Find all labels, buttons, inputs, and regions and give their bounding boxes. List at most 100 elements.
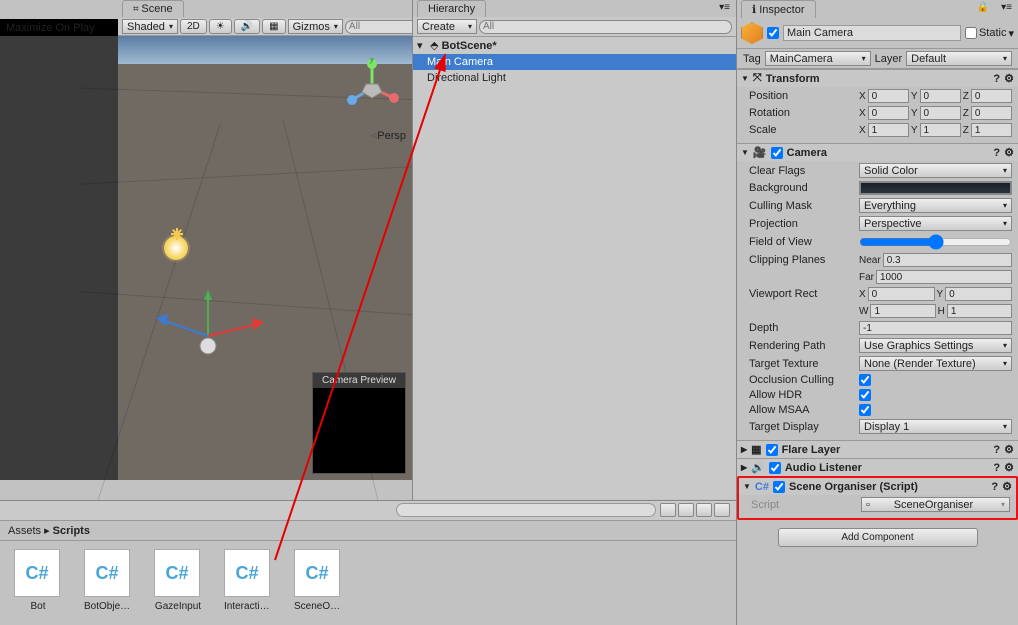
- save-icon[interactable]: [714, 503, 730, 517]
- help-icon[interactable]: ?: [993, 147, 1000, 159]
- gear-icon[interactable]: ⚙: [1002, 480, 1012, 493]
- clearflags-dropdown[interactable]: Solid Color: [859, 163, 1012, 178]
- tab-hierarchy[interactable]: Hierarchy: [417, 0, 486, 17]
- cullingmask-dropdown[interactable]: Everything: [859, 198, 1012, 213]
- renderingpath-dropdown[interactable]: Use Graphics Settings: [859, 338, 1012, 353]
- foldout-icon[interactable]: ▼: [741, 148, 749, 157]
- scale-z-input[interactable]: [971, 123, 1012, 137]
- component-header-flare[interactable]: ▶ ▦ Flare Layer ? ⚙: [737, 441, 1018, 458]
- position-z-input[interactable]: [971, 89, 1012, 103]
- help-icon[interactable]: ?: [993, 73, 1000, 85]
- gameobject-active-checkbox[interactable]: [767, 27, 779, 39]
- help-icon[interactable]: ?: [993, 462, 1000, 474]
- scale-x-input[interactable]: [868, 123, 909, 137]
- targettexture-field[interactable]: None (Render Texture): [859, 356, 1012, 371]
- gear-icon[interactable]: ⚙: [1004, 461, 1014, 474]
- shading-dropdown[interactable]: Shaded: [122, 19, 178, 34]
- rotation-z-input[interactable]: [971, 106, 1012, 120]
- asset-item[interactable]: C#BotObjects: [84, 549, 132, 612]
- viewport-x-input[interactable]: [868, 287, 935, 301]
- gizmos-dropdown[interactable]: Gizmos: [288, 19, 343, 34]
- scene-viewport[interactable]: <Persp y: [0, 36, 412, 480]
- foldout-icon[interactable]: ▶: [741, 445, 747, 454]
- background-color-field[interactable]: [859, 181, 1012, 195]
- camera-enabled-checkbox[interactable]: [771, 147, 783, 159]
- position-x-input[interactable]: [868, 89, 909, 103]
- lighting-toggle-icon[interactable]: ☀: [209, 19, 232, 34]
- fov-slider[interactable]: [859, 234, 1012, 250]
- mode-2d-toggle[interactable]: 2D: [180, 19, 207, 34]
- flare-enabled-checkbox[interactable]: [766, 444, 778, 456]
- gear-icon[interactable]: ⚙: [1004, 443, 1014, 456]
- occlusion-checkbox[interactable]: [859, 374, 871, 386]
- gameobject-icon[interactable]: [741, 22, 763, 44]
- foldout-icon[interactable]: ▼: [743, 482, 751, 491]
- favorite-icon[interactable]: [678, 503, 694, 517]
- msaa-checkbox[interactable]: [859, 404, 871, 416]
- tab-inspector[interactable]: ℹ Inspector: [741, 0, 816, 18]
- viewport-y-input[interactable]: [945, 287, 1012, 301]
- hidden-icon[interactable]: [696, 503, 712, 517]
- audio-enabled-checkbox[interactable]: [769, 462, 781, 474]
- project-search-input[interactable]: [396, 503, 656, 517]
- targetdisplay-dropdown[interactable]: Display 1: [859, 419, 1012, 434]
- camera-preview-title: Camera Preview: [313, 373, 405, 388]
- hierarchy-create-dropdown[interactable]: Create: [417, 19, 477, 34]
- hierarchy-item-main-camera[interactable]: Main Camera: [413, 54, 736, 70]
- viewport-w-input[interactable]: [870, 304, 935, 318]
- breadcrumb[interactable]: Assets ▸ Scripts: [0, 521, 736, 541]
- help-icon[interactable]: ?: [993, 444, 1000, 456]
- hdr-checkbox[interactable]: [859, 389, 871, 401]
- panel-menu-icon[interactable]: ▾≡: [995, 0, 1018, 18]
- asset-item[interactable]: C#Interactions: [224, 549, 272, 612]
- tab-scene[interactable]: ⌗ Scene: [122, 0, 184, 17]
- maximize-on-play[interactable]: Maximize On Play: [0, 19, 118, 37]
- foldout-icon[interactable]: ▶: [741, 463, 747, 472]
- gameobject-name-input[interactable]: [783, 25, 961, 41]
- help-icon[interactable]: ?: [991, 481, 998, 493]
- layer-dropdown[interactable]: Default: [906, 51, 1012, 66]
- near-input[interactable]: [883, 253, 1012, 267]
- hierarchy-scene-row[interactable]: ▾ ⬘ BotScene*: [413, 37, 736, 54]
- script-object-field[interactable]: ▫ SceneOrganiser: [861, 497, 1010, 512]
- hierarchy-tree[interactable]: ▾ ⬘ BotScene* Main Camera Directional Li…: [413, 37, 736, 499]
- foldout-icon[interactable]: ▾: [417, 39, 427, 52]
- gear-icon[interactable]: ⚙: [1004, 146, 1014, 159]
- directional-light-gizmo[interactable]: [164, 236, 188, 260]
- lock-icon[interactable]: 🔒: [971, 0, 995, 18]
- move-gizmo[interactable]: [128, 286, 328, 366]
- viewport-h-input[interactable]: [947, 304, 1012, 318]
- sceneorganiser-title: Scene Organiser (Script): [789, 481, 918, 493]
- static-toggle[interactable]: Static▾: [965, 27, 1014, 40]
- position-y-input[interactable]: [920, 89, 961, 103]
- asset-item[interactable]: C#GazeInput: [154, 549, 202, 612]
- far-input[interactable]: [876, 270, 1012, 284]
- rotation-y-input[interactable]: [920, 106, 961, 120]
- component-header-sceneorganiser[interactable]: ▼ C# Scene Organiser (Script) ? ⚙: [739, 478, 1016, 495]
- component-header-audio[interactable]: ▶ 🔊 Audio Listener ? ⚙: [737, 459, 1018, 476]
- depth-input[interactable]: [859, 321, 1012, 335]
- rotation-x-input[interactable]: [868, 106, 909, 120]
- scale-y-input[interactable]: [920, 123, 961, 137]
- hierarchy-item-directional-light[interactable]: Directional Light: [413, 70, 736, 86]
- breadcrumb-root[interactable]: Assets: [8, 525, 41, 537]
- effects-toggle-icon[interactable]: ▦: [262, 19, 285, 34]
- projection-dropdown[interactable]: Perspective: [859, 216, 1012, 231]
- panel-menu-icon[interactable]: ▾≡: [713, 0, 736, 17]
- sceneorganiser-enabled-checkbox[interactable]: [773, 481, 785, 493]
- asset-grid[interactable]: C#Bot C#BotObjects C#GazeInput C#Interac…: [0, 541, 736, 620]
- hierarchy-search-input[interactable]: [479, 20, 732, 34]
- breadcrumb-folder[interactable]: Scripts: [53, 525, 90, 537]
- static-checkbox[interactable]: [965, 27, 977, 39]
- asset-item[interactable]: C#Bot: [14, 549, 62, 612]
- tag-dropdown[interactable]: MainCamera: [765, 51, 871, 66]
- add-component-button[interactable]: Add Component: [778, 528, 978, 547]
- gear-icon[interactable]: ⚙: [1004, 72, 1014, 85]
- filter-icon[interactable]: [660, 503, 676, 517]
- asset-item[interactable]: C#SceneOrga...: [294, 549, 342, 612]
- orientation-gizmo[interactable]: y: [342, 58, 402, 118]
- foldout-icon[interactable]: ▼: [741, 74, 749, 83]
- audio-toggle-icon[interactable]: 🔊: [234, 19, 260, 34]
- component-header-transform[interactable]: ▼ ⤧ Transform ? ⚙: [737, 70, 1018, 87]
- component-header-camera[interactable]: ▼ 🎥 Camera ? ⚙: [737, 144, 1018, 161]
